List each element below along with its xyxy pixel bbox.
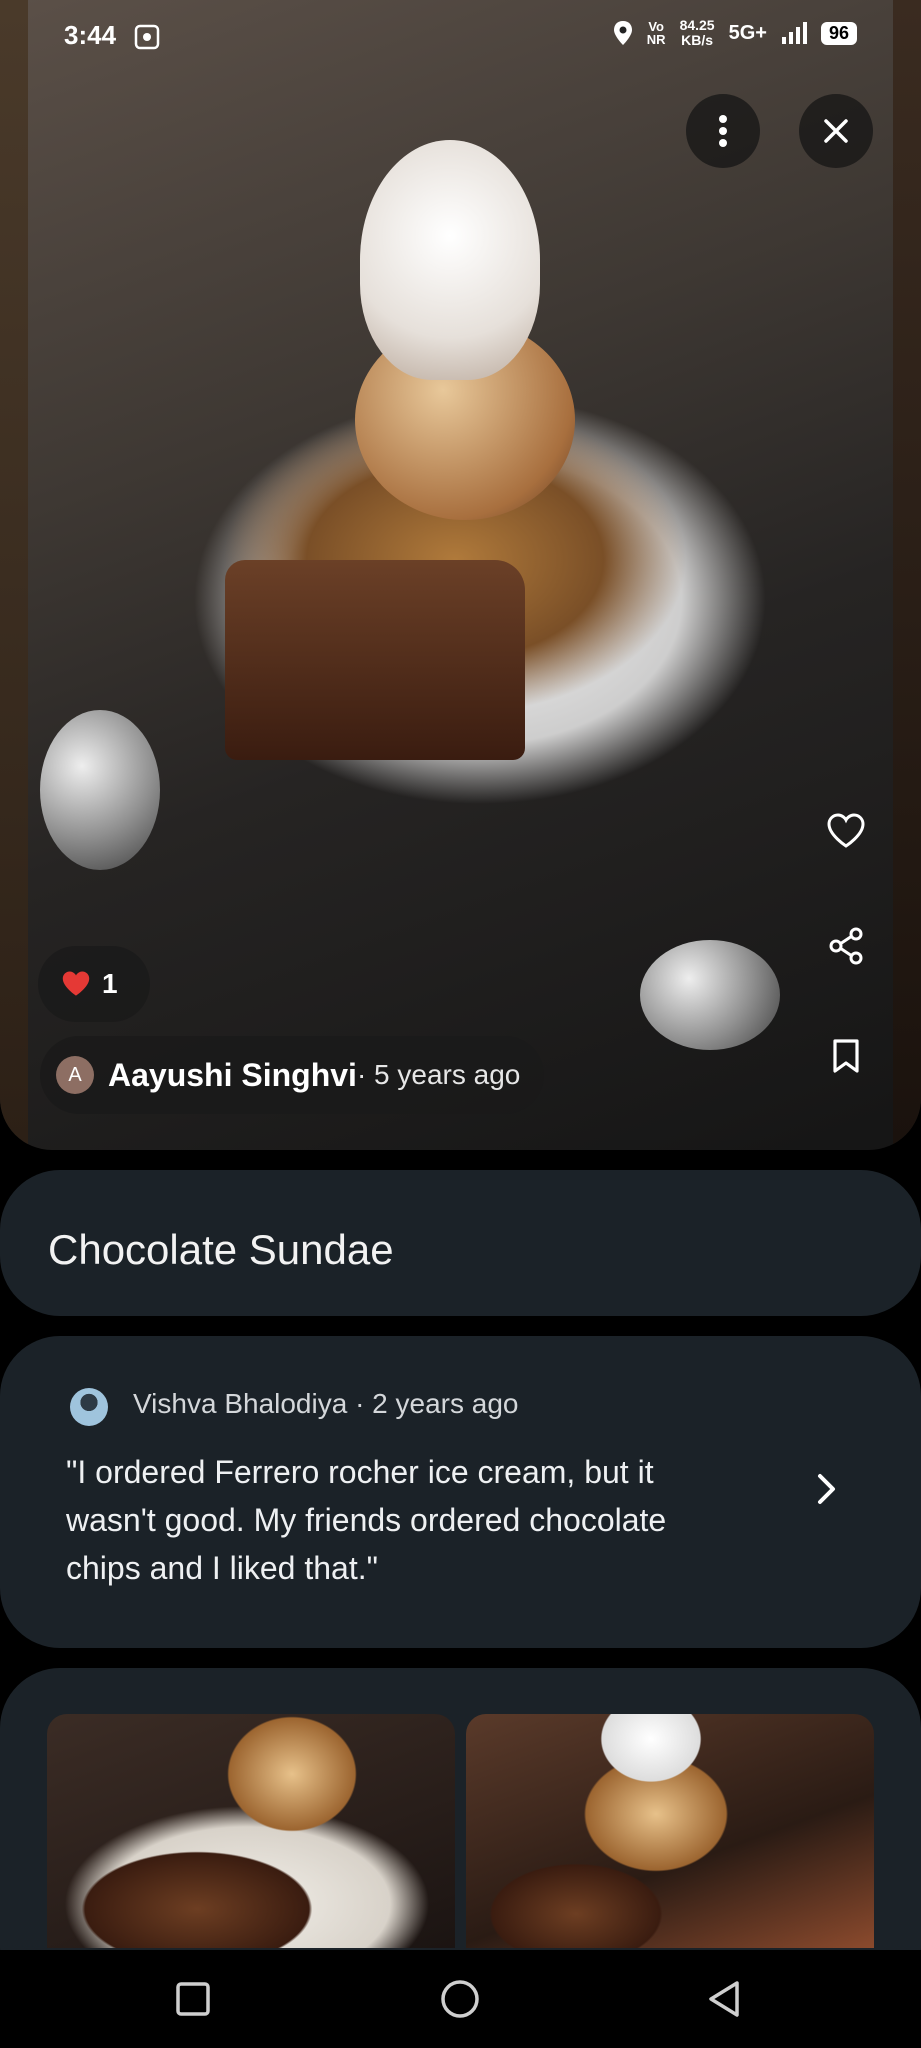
- network-speed-value: 84.25: [679, 17, 715, 33]
- chevron-right-icon[interactable]: [816, 1472, 838, 1506]
- author-avatar: A: [56, 1056, 94, 1094]
- network-speed-unit: KB/s: [681, 32, 714, 48]
- reviewer-avatar: [70, 1388, 108, 1426]
- spoon-image: [640, 940, 780, 1050]
- photo-author[interactable]: A Aayushi Singhvi · 5 years ago: [40, 1036, 544, 1114]
- dish-card: Chocolate Sundae: [0, 1170, 921, 1316]
- likes-count: 1: [102, 968, 118, 999]
- photo-edge-right: [893, 0, 921, 1150]
- reviewer-name: Vishva Bhalodiya: [133, 1388, 348, 1419]
- save-button[interactable]: [818, 1028, 874, 1084]
- location-icon: [613, 21, 632, 45]
- spoon-image: [40, 710, 160, 870]
- home-icon[interactable]: [440, 1979, 480, 2019]
- navigation-bar: [0, 1950, 921, 2048]
- likes-badge[interactable]: 1: [38, 946, 150, 1022]
- heart-filled-icon: [62, 971, 90, 996]
- signal-icon: [781, 22, 807, 44]
- review-card[interactable]: Vishva Bhalodiya · 2 years ago "I ordere…: [0, 1336, 921, 1648]
- close-button[interactable]: [799, 94, 873, 168]
- brownie-image: [225, 560, 525, 760]
- share-icon: [829, 927, 863, 965]
- share-button[interactable]: [818, 918, 874, 974]
- dish-title: Chocolate Sundae: [48, 1226, 394, 1273]
- network-speed: 84.25 KB/s: [680, 18, 715, 48]
- bookmark-icon: [833, 1039, 859, 1073]
- photo-thumb-2[interactable]: [466, 1714, 874, 1948]
- more-options-button[interactable]: [686, 94, 760, 168]
- status-time: 3:44: [64, 20, 117, 50]
- heart-outline-icon: [827, 813, 865, 848]
- photo-thumb-1[interactable]: [47, 1714, 455, 1948]
- photo-edge-left: [0, 0, 28, 1150]
- battery-icon: 96: [820, 21, 857, 45]
- review-text: "I ordered Ferrero rocher ice cream, but…: [66, 1454, 667, 1586]
- like-button[interactable]: [818, 803, 874, 859]
- reviewer-line: Vishva Bhalodiya · 2 years ago: [133, 1388, 519, 1420]
- recents-icon[interactable]: [175, 1981, 211, 2017]
- screenshot-icon: [134, 24, 160, 50]
- back-icon[interactable]: [706, 1979, 742, 2019]
- whipped-cream-image: [360, 140, 540, 380]
- status-icons: Vo NR 84.25 KB/s 5G+ 96: [613, 18, 857, 48]
- close-icon: [824, 119, 848, 143]
- author-initial: A: [68, 1063, 82, 1086]
- network-type: 5G+: [728, 21, 767, 44]
- volte-bottom: NR: [646, 32, 666, 47]
- more-vertical-icon: [719, 115, 727, 147]
- author-time: · 5 years ago: [356, 1059, 521, 1090]
- review-time: · 2 years ago: [347, 1388, 519, 1419]
- volte-indicator: Vo NR: [647, 20, 666, 46]
- status-bar: 3:44 Vo NR 84.25 KB/s 5G+ 96: [0, 0, 921, 72]
- author-name: Aayushi Singhvi: [108, 1056, 357, 1093]
